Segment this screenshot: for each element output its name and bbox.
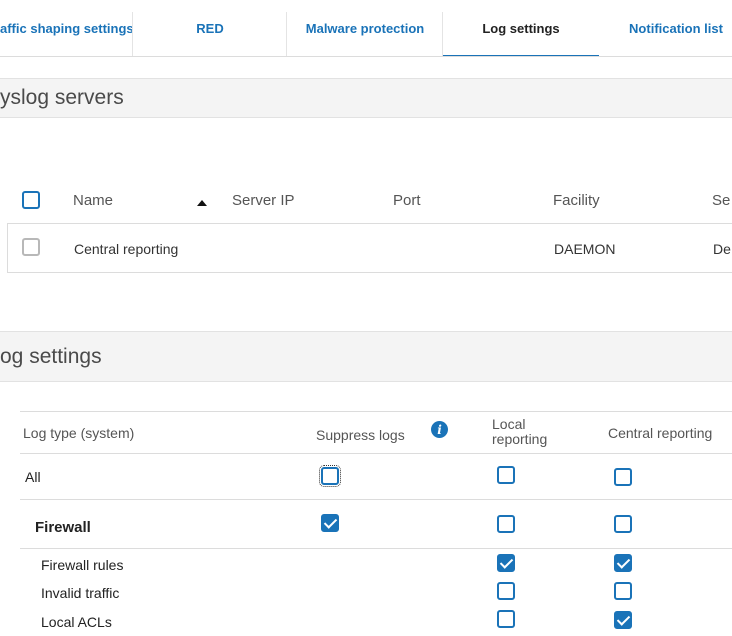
local-local-acls-checkbox[interactable] [497, 610, 515, 628]
central-local-acls-checkbox[interactable] [614, 611, 632, 629]
select-all-checkbox[interactable] [22, 191, 40, 209]
info-icon[interactable]: i [431, 421, 448, 438]
tab-log-settings[interactable]: Log settings [443, 0, 599, 56]
column-severity[interactable]: Se [712, 192, 730, 209]
tab-label: Malware protection [305, 20, 425, 36]
row-name: Central reporting [74, 241, 179, 257]
tab-label: RED [196, 20, 224, 36]
column-facility[interactable]: Facility [553, 192, 600, 209]
suppress-all-checkbox[interactable] [319, 465, 341, 487]
column-local-reporting: Local reporting [492, 416, 548, 447]
table-divider [20, 453, 732, 454]
table-divider [20, 548, 732, 549]
column-suppress-logs: Suppress logs [316, 427, 405, 443]
log-type-firewall-rules: Firewall rules [41, 557, 124, 573]
central-firewall-checkbox[interactable] [614, 515, 632, 533]
central-firewall-rules-checkbox[interactable] [614, 554, 632, 572]
tab-notification-list[interactable]: Notification list [599, 0, 732, 56]
local-all-checkbox[interactable] [497, 466, 515, 484]
central-all-checkbox[interactable] [614, 468, 632, 486]
log-settings-header: og settings [0, 331, 732, 382]
tab-red[interactable]: RED [133, 0, 287, 56]
column-port[interactable]: Port [393, 192, 421, 209]
tab-bar: affic shaping settings RED Malware prote… [0, 0, 732, 57]
tab-label: affic shaping settings [0, 20, 133, 36]
tab-label: Log settings [482, 20, 560, 36]
sort-ascending-icon[interactable] [197, 200, 207, 206]
tab-malware-protection[interactable]: Malware protection [287, 0, 443, 56]
column-name[interactable]: Name [73, 192, 113, 209]
log-type-local-acls: Local ACLs [41, 614, 112, 630]
table-divider [20, 411, 732, 412]
log-type-invalid-traffic: Invalid traffic [41, 585, 120, 601]
tab-label: Notification list [629, 20, 723, 36]
column-server-ip[interactable]: Server IP [232, 192, 295, 209]
syslog-servers-header: yslog servers [0, 78, 732, 118]
local-firewall-checkbox[interactable] [497, 515, 515, 533]
tab-traffic-shaping-settings[interactable]: affic shaping settings [0, 0, 133, 56]
table-row[interactable]: Central reporting DAEMON De [7, 223, 732, 273]
local-firewall-rules-checkbox[interactable] [497, 554, 515, 572]
row-checkbox[interactable] [22, 238, 40, 256]
central-invalid-traffic-checkbox[interactable] [614, 582, 632, 600]
column-log-type: Log type (system) [23, 425, 135, 441]
column-central-reporting: Central reporting [608, 425, 713, 441]
section-title: yslog servers [0, 86, 124, 109]
row-facility: DAEMON [554, 241, 616, 257]
suppress-firewall-checkbox[interactable] [321, 514, 339, 532]
local-invalid-traffic-checkbox[interactable] [497, 582, 515, 600]
log-type-firewall: Firewall [35, 519, 91, 536]
section-title: og settings [0, 344, 102, 368]
row-severity: De [713, 241, 731, 257]
log-type-all: All [25, 469, 41, 485]
table-divider [20, 499, 732, 500]
